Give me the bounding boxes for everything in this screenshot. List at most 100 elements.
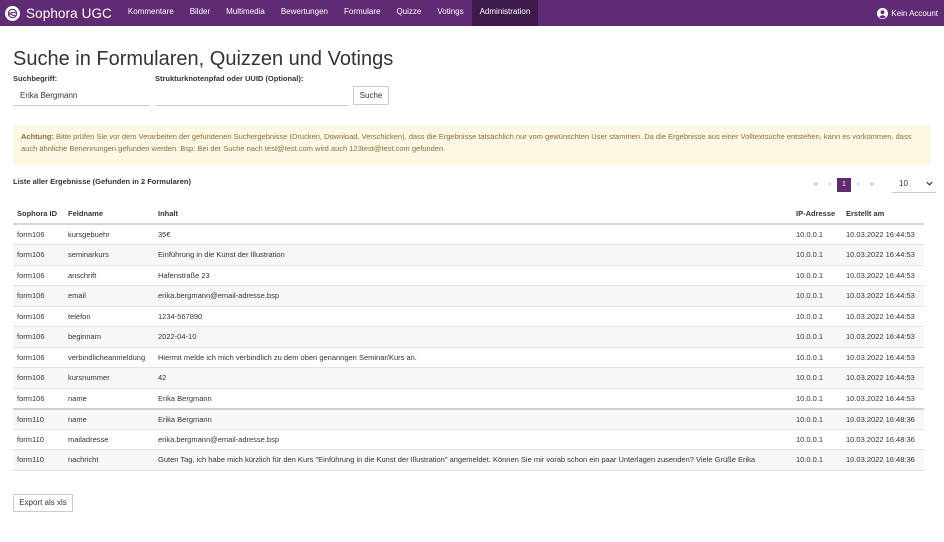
nav-item-bilder[interactable]: Bilder [182, 0, 218, 26]
cell-sophora-id: form106 [13, 224, 64, 245]
cell-field-name: kursgebuehr [64, 224, 154, 245]
cell-sophora-id: form110 [13, 429, 64, 450]
cell-field-name: name [64, 388, 154, 409]
sophora-logo-icon [5, 5, 20, 21]
cell-ip-address: 10.0.0.1 [792, 407, 842, 430]
table-row: form106 verbindlicheanmeldung Hiermit meld… [13, 347, 924, 368]
warning-alert: Achtung: Bitte prüfen Sie vor dem Verarb… [13, 125, 931, 165]
cell-field-name: anschrift [64, 265, 154, 286]
cell-content: 1234-567890 [154, 306, 792, 327]
table-row: form106 kursnummer 42 10.0.0.1 10.03.2022 16… [13, 367, 924, 389]
cell-content: Einführung in die Kunst der Illustration [154, 244, 792, 266]
search-term-input[interactable] [13, 84, 150, 106]
cell-content: Guten Tag, ich habe mich kürzlich für de… [154, 449, 792, 471]
nav-item-formulare[interactable]: Formulare [336, 0, 388, 26]
table-row: form110 name Erika Bergmann 10.0.0.1 10.03.2… [13, 407, 924, 430]
cell-created-at: 10.03.2022 16:44:53 [842, 285, 924, 307]
cell-content: Erika Bergmann [154, 407, 792, 430]
pager-next[interactable]: › [851, 178, 865, 192]
main-nav: Kommentare Bilder Multimedia Bewertungen… [120, 0, 539, 26]
alert-text: Bitte prüfen Sie vor dem Verarbeiten der… [21, 132, 912, 153]
cell-created-at: 10.03.2022 16:44:53 [842, 224, 924, 245]
cell-field-name: seminarkurs [64, 244, 154, 266]
cell-field-name: telefon [64, 306, 154, 327]
per-page-select[interactable]: 10 [892, 176, 936, 193]
col-header-id[interactable]: Sophora ID [13, 206, 64, 225]
brand[interactable]: Sophora UGC [0, 0, 120, 26]
cell-content: erika.bergmann@email-adresse.bsp [154, 285, 792, 307]
table-row: form106 telefon 1234-567890 10.0.0.1 10.03.2… [13, 306, 924, 327]
pager-last[interactable]: » [865, 178, 879, 192]
table-row: form106 anschrift Hafenstraße 23 10.0.0.1 10… [13, 265, 924, 286]
table-row: form110 mailadresse erika.bergmann@email-a… [13, 429, 924, 450]
nav-item-quizze[interactable]: Quizze [388, 0, 429, 26]
search-button[interactable]: Suche [353, 86, 389, 105]
results-body: form106 kursgebuehr 35€ 10.0.0.1 10.03.2022 … [13, 224, 924, 471]
cell-created-at: 10.03.2022 16:44:53 [842, 265, 924, 286]
cell-ip-address: 10.0.0.1 [792, 265, 842, 286]
cell-field-name: name [64, 407, 154, 430]
search-term-label: Suchbegriff: [13, 74, 58, 83]
cell-content: erika.bergmann@email-adresse.bsp [154, 429, 792, 450]
pager-current[interactable]: 1 [837, 178, 851, 192]
table-header-row: Sophora ID Feldname Inhalt IP-Adresse Er… [13, 206, 924, 225]
chevron-down-icon [926, 181, 933, 186]
cell-ip-address: 10.0.0.1 [792, 306, 842, 327]
nav-item-multimedia[interactable]: Multimedia [218, 0, 273, 26]
cell-sophora-id: form106 [13, 265, 64, 286]
col-header-ip[interactable]: IP-Adresse [792, 206, 842, 225]
cell-ip-address: 10.0.0.1 [792, 285, 842, 307]
cell-content: 2022-04-10 [154, 326, 792, 348]
export-xls-button[interactable]: Export als xls [13, 493, 73, 512]
cell-sophora-id: form106 [13, 326, 64, 348]
cell-sophora-id: form110 [13, 449, 64, 471]
cell-field-name: verbindlicheanmeldung [64, 347, 154, 368]
cell-ip-address: 10.0.0.1 [792, 224, 842, 245]
top-navbar: Sophora UGC Kommentare Bilder Multimedia… [0, 0, 944, 26]
cell-field-name: email [64, 285, 154, 307]
cell-ip-address: 10.0.0.1 [792, 367, 842, 389]
cell-ip-address: 10.0.0.1 [792, 326, 842, 348]
pager-prev[interactable]: ‹ [823, 178, 837, 192]
account-label: Kein Account [891, 8, 938, 18]
search-form: Suchbegriff: Strukturknotenpfad oder UUI… [13, 74, 931, 114]
account-menu[interactable]: Kein Account [877, 0, 938, 26]
cell-content: Hiermit melde ich mich verbindlich zu de… [154, 347, 792, 368]
col-header-field[interactable]: Feldname [64, 206, 154, 225]
cell-ip-address: 10.0.0.1 [792, 388, 842, 409]
structure-path-input[interactable] [155, 84, 349, 106]
nav-item-votings[interactable]: Votings [429, 0, 471, 26]
main-content: Suche in Formularen, Quizzen und Votings… [0, 47, 944, 512]
col-header-created[interactable]: Erstellt am [842, 206, 924, 225]
cell-created-at: 10.03.2022 16:44:53 [842, 326, 924, 348]
table-row: form110 nachricht Guten Tag, ich habe mich… [13, 449, 924, 471]
cell-created-at: 10.03.2022 16:48:36 [842, 407, 924, 430]
page-title: Suche in Formularen, Quizzen und Votings [13, 48, 394, 70]
table-row: form106 beginnam 2022-04-10 10.0.0.1 10.03.2… [13, 326, 924, 348]
nav-item-bewertungen[interactable]: Bewertungen [273, 0, 336, 26]
table-row: form106 email erika.bergmann@email-adresse… [13, 285, 924, 307]
col-header-content[interactable]: Inhalt [154, 206, 792, 225]
pager-first[interactable]: « [809, 178, 823, 192]
cell-sophora-id: form106 [13, 388, 64, 409]
structure-path-label: Strukturknotenpfad oder UUID (Optional): [155, 74, 304, 83]
alert-bold: Achtung: [21, 132, 54, 141]
cell-created-at: 10.03.2022 16:44:53 [842, 306, 924, 327]
cell-sophora-id: form106 [13, 285, 64, 307]
cell-content: Hafenstraße 23 [154, 265, 792, 286]
table-row: form106 kursgebuehr 35€ 10.0.0.1 10.03.2022 … [13, 224, 924, 245]
cell-content: 42 [154, 367, 792, 389]
cell-sophora-id: form110 [13, 407, 64, 430]
cell-ip-address: 10.0.0.1 [792, 429, 842, 450]
cell-field-name: kursnummer [64, 367, 154, 389]
cell-content: 35€ [154, 224, 792, 245]
cell-field-name: nachricht [64, 449, 154, 471]
cell-created-at: 10.03.2022 16:44:53 [842, 388, 924, 409]
cell-created-at: 10.03.2022 16:44:53 [842, 367, 924, 389]
cell-sophora-id: form106 [13, 347, 64, 368]
nav-item-kommentare[interactable]: Kommentare [120, 0, 182, 26]
nav-item-administration[interactable]: Administration [471, 0, 539, 26]
cell-sophora-id: form106 [13, 367, 64, 389]
cell-sophora-id: form106 [13, 306, 64, 327]
table-row: form106 seminarkurs Einführung in die Kuns… [13, 244, 924, 266]
